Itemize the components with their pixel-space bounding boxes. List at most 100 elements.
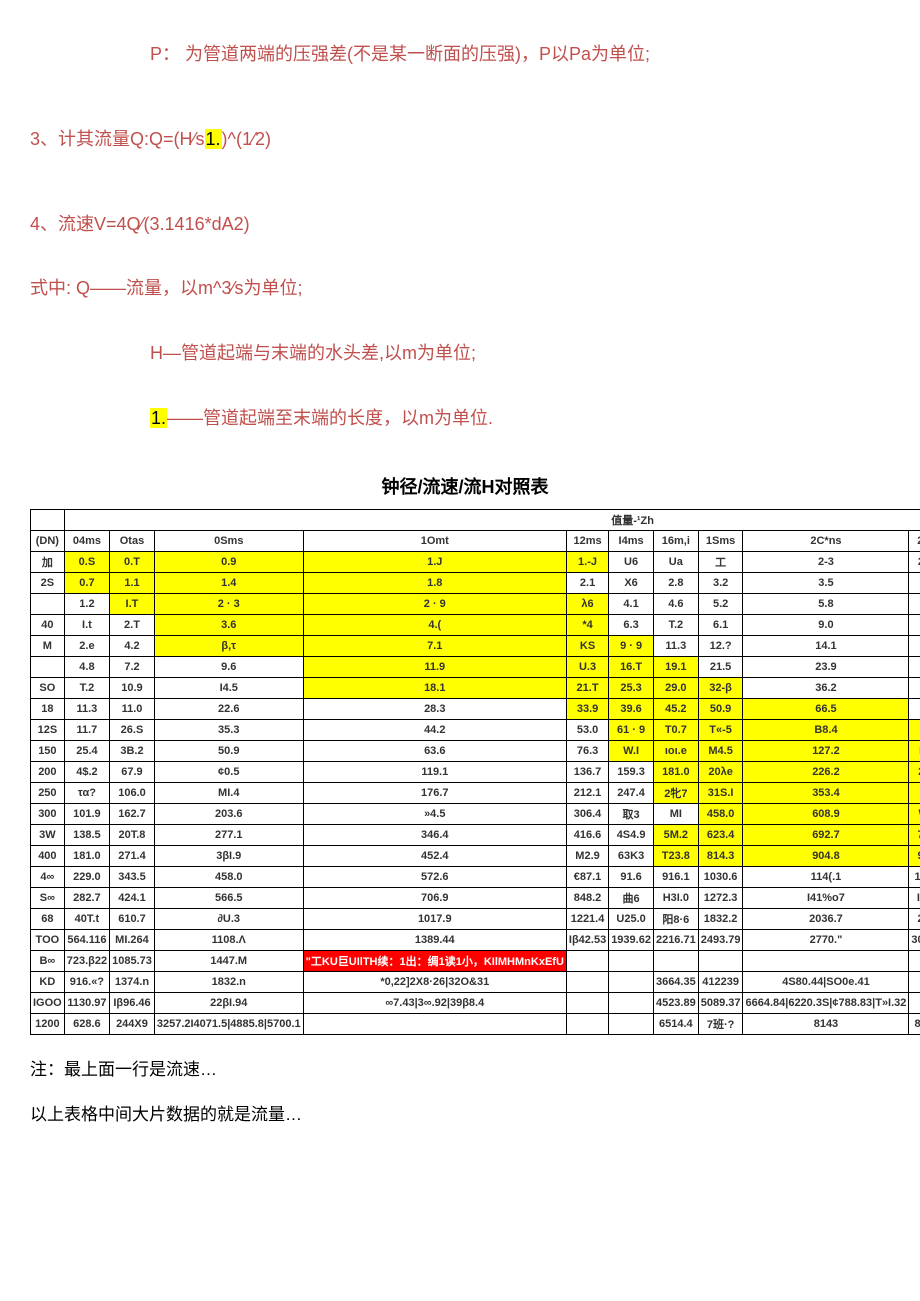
col-header: (DN) xyxy=(31,530,65,551)
col-header: Otas xyxy=(110,530,155,551)
cell: 138.5 xyxy=(64,824,109,845)
cell: 39.8 xyxy=(909,677,920,698)
cell: 7.2 xyxy=(110,656,155,677)
cell: 692.7 xyxy=(743,824,909,845)
table-row: 40I.t2.T3.64.(*46.3T.26.19.010.01O·9II.6… xyxy=(31,614,920,635)
col-header: 04ms xyxy=(64,530,109,551)
cell: 0.9 xyxy=(154,551,303,572)
cell: 取3 xyxy=(609,803,654,824)
footnote-1: 注：最上面一行是流速… xyxy=(30,1055,900,1080)
cell: 4$.2 xyxy=(64,761,109,782)
cell: 7.1 xyxy=(303,635,566,656)
cell: 1.2 xyxy=(64,593,109,614)
cell: 610.7 xyxy=(110,908,155,929)
cell: 814.3 xyxy=(698,845,743,866)
cell: M4.5 xyxy=(698,740,743,761)
cell: 35.3 xyxy=(154,719,303,740)
cell: 848.2 xyxy=(566,887,608,908)
cell: 1939.62 xyxy=(609,929,654,950)
cell: 136.7 xyxy=(566,761,608,782)
cell: MI.264 xyxy=(110,929,155,950)
cell: 11.0 xyxy=(110,698,155,719)
cell: 1272.3 xyxy=(698,887,743,908)
table-row: SOT.210.9I4.518.121.T25.329.032-β36.239.… xyxy=(31,677,920,698)
cell: 159.3 xyxy=(609,761,654,782)
cell: 608.9 xyxy=(743,803,909,824)
cell: T23.8 xyxy=(653,845,698,866)
col-header: 1Sms xyxy=(698,530,743,551)
col-header: I4ms xyxy=(609,530,654,551)
cell: "工KU巨UIlTH续：1出：绸1读1小，KIlMHMnKxEfU xyxy=(303,950,566,971)
cell: 2.1 xyxy=(566,572,608,593)
cell: 23.9 xyxy=(743,656,909,677)
cell: 4523.89 xyxy=(653,992,698,1013)
col-header: 12ms xyxy=(566,530,608,551)
cell: 7班·? xyxy=(698,1013,743,1034)
cell: 工 xyxy=(698,551,743,572)
cell xyxy=(566,992,608,1013)
cell: 3.2 xyxy=(698,572,743,593)
table-row: 1.2I.T2 · 32 · 9λ64.14.65.25.86.46 · 97.… xyxy=(31,593,920,614)
cell: I.T xyxy=(110,593,155,614)
cell: 1374.n xyxy=(110,971,155,992)
table-row: M2.e4.2β,τ7.1KS9 · 911.312.?14.115.β11.0… xyxy=(31,635,920,656)
cell: 162.7 xyxy=(110,803,155,824)
cell: M0.0 xyxy=(909,740,920,761)
cell: 6514.4 xyxy=(653,1013,698,1034)
cell: 4.8 xyxy=(64,656,109,677)
cell: 250 xyxy=(31,782,65,803)
cell: 加 xyxy=(31,551,65,572)
cell: 53.0 xyxy=(566,719,608,740)
table-row: TOO564.116MI.2641108.Λ1389.44Iβ42.531939… xyxy=(31,929,920,950)
cell: 282.7 xyxy=(64,887,109,908)
cell: W.I xyxy=(609,740,654,761)
cell xyxy=(31,593,65,614)
cell: 353.4 xyxy=(743,782,909,803)
cell: 3.5 xyxy=(743,572,909,593)
cell xyxy=(609,992,654,1013)
cell: 1200 xyxy=(31,1013,65,1034)
cell: λ6 xyxy=(566,593,608,614)
cell: 40 xyxy=(31,614,65,635)
cell: 4S80.44|SO0e.41 xyxy=(743,971,909,992)
cell: 25.3 xyxy=(609,677,654,698)
cell: 4.1 xyxy=(609,593,654,614)
table-row: S∞282.7424.1566.5706.9848.2曲6H3I.01272.3… xyxy=(31,887,920,908)
cell: 1030.6 xyxy=(698,866,743,887)
cell xyxy=(909,950,920,971)
cell: U6 xyxy=(609,551,654,572)
cell: 412239 xyxy=(698,971,743,992)
table-row: 4.87.29.611.9U.316.T19.121.523.926.328.7… xyxy=(31,656,920,677)
cell: 62.2 xyxy=(909,698,920,719)
cell: 68 xyxy=(31,908,65,929)
cell: I4.5 xyxy=(154,677,303,698)
cell: 226.2 xyxy=(743,761,909,782)
cell: 67.9 xyxy=(110,761,155,782)
cell: 12S xyxy=(31,719,65,740)
cell: 1259.6 xyxy=(909,866,920,887)
col-header: 2C*ns xyxy=(743,530,909,551)
cell: 10.9 xyxy=(110,677,155,698)
cell: 5.8 xyxy=(743,593,909,614)
cell: 127.2 xyxy=(743,740,909,761)
cell: 2216.71 xyxy=(653,929,698,950)
cell: 1017.9 xyxy=(303,908,566,929)
cell: 2.e xyxy=(64,635,109,656)
cell: 628.6 xyxy=(64,1013,109,1034)
cell: 1.-J xyxy=(566,551,608,572)
cell: 8143 xyxy=(743,1013,909,1034)
cell: 4S4.9 xyxy=(609,824,654,845)
top-header: 值量-¹Zh xyxy=(64,509,920,530)
cell xyxy=(609,1013,654,1034)
cell: 18 xyxy=(31,698,65,719)
cell: 20T.8 xyxy=(110,824,155,845)
cell: 181.0 xyxy=(64,845,109,866)
cell: 5M.2 xyxy=(653,824,698,845)
cell: Iβ42.53 xyxy=(566,929,608,950)
cell: 2牝7 xyxy=(653,782,698,803)
cell: 63.6 xyxy=(303,740,566,761)
cell: 45.2 xyxy=(653,698,698,719)
cell: 416.6 xyxy=(566,824,608,845)
cell: 244X9 xyxy=(110,1013,155,1034)
table-row: IGOO1130.97Iβ96.4622βI.94∞7.43|3∞.92|39β… xyxy=(31,992,920,1013)
